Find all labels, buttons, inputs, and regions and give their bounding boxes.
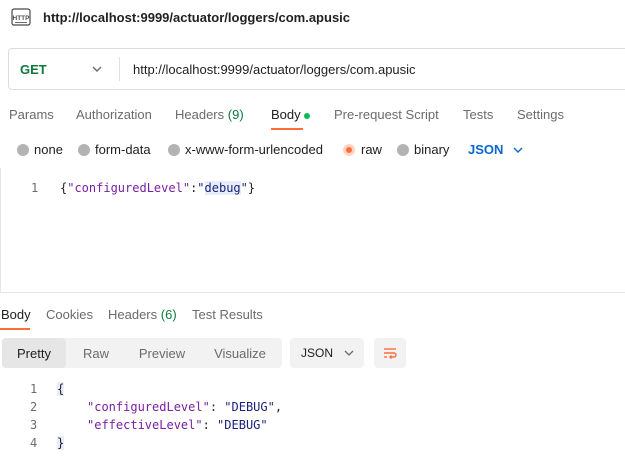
- tab-authorization[interactable]: Authorization: [76, 107, 152, 122]
- resp-tab-headers-count: (6): [160, 307, 177, 322]
- line-number: 1: [30, 382, 38, 396]
- code-line: }: [57, 436, 65, 450]
- tab-body[interactable]: Body: [271, 107, 301, 122]
- separator: :: [202, 418, 218, 432]
- radio-none-label[interactable]: none: [34, 142, 63, 157]
- view-raw-button[interactable]: Raw: [66, 338, 126, 368]
- trailing-comma: ,: [274, 400, 283, 414]
- tab-settings[interactable]: Settings: [517, 107, 564, 122]
- chevron-down-icon: [513, 147, 523, 153]
- tab-pre-request-script[interactable]: Pre-request Script: [334, 107, 439, 122]
- json-value: "DEBUG": [224, 400, 275, 414]
- line-number: 3: [30, 418, 38, 432]
- chevron-down-icon: [344, 350, 354, 356]
- code-line: {: [57, 382, 65, 396]
- active-tab-underline: [0, 328, 30, 330]
- json-key: "configuredLevel": [87, 400, 210, 414]
- json-value: "DEBUG": [217, 418, 268, 432]
- title-bar: HTTP http://localhost:9999/actuator/logg…: [0, 0, 625, 38]
- quote-open: ": [197, 181, 205, 195]
- separator: :: [209, 400, 225, 414]
- tab-tests[interactable]: Tests: [463, 107, 493, 122]
- tab-headers-count: (9): [227, 107, 244, 122]
- radio-urlencoded-label[interactable]: x-www-form-urlencoded: [185, 142, 323, 157]
- radio-form-data-label[interactable]: form-data: [95, 142, 151, 157]
- tab-params[interactable]: Params: [9, 107, 54, 122]
- radio-binary[interactable]: [397, 144, 409, 156]
- wrap-lines-icon: [384, 348, 397, 359]
- wrap-lines-button[interactable]: [374, 338, 406, 368]
- method-select[interactable]: GET: [9, 49, 119, 89]
- resp-tab-headers-label: Headers: [108, 307, 158, 322]
- tab-headers-label: Headers: [175, 107, 225, 122]
- radio-none[interactable]: [17, 144, 29, 156]
- radio-urlencoded[interactable]: [168, 144, 180, 156]
- svg-text:HTTP: HTTP: [13, 15, 31, 22]
- body-format-select[interactable]: JSON: [468, 142, 503, 157]
- radio-form-data[interactable]: [78, 144, 90, 156]
- view-preview-button[interactable]: Preview: [126, 338, 198, 368]
- radio-raw-label[interactable]: raw: [361, 142, 382, 157]
- radio-binary-label[interactable]: binary: [414, 142, 449, 157]
- line-number: 2: [30, 400, 38, 414]
- request-title[interactable]: http://localhost:9999/actuator/loggers/c…: [43, 10, 350, 25]
- response-body-viewer[interactable]: 1 { 2 "configuredLevel": "DEBUG", 3 "eff…: [0, 378, 625, 461]
- code-line: "configuredLevel": "DEBUG",: [87, 400, 282, 414]
- json-key: "configuredLevel": [67, 181, 191, 195]
- response-view-toolbar: Pretty Raw Preview Visualize JSON: [0, 338, 625, 370]
- request-body-editor[interactable]: 1 {"configuredLevel":"debug"}: [0, 168, 625, 293]
- line-number: 4: [30, 436, 38, 450]
- line-number: 1: [31, 181, 39, 195]
- url-input[interactable]: http://localhost:9999/actuator/loggers/c…: [133, 62, 416, 77]
- response-tabs: Body Cookies Headers (6) Test Results: [0, 300, 625, 330]
- chevron-down-icon: [92, 66, 102, 72]
- active-tab-underline: [271, 128, 303, 130]
- resp-tab-cookies[interactable]: Cookies: [46, 307, 93, 322]
- url-bar: GET http://localhost:9999/actuator/logge…: [8, 48, 625, 90]
- quote-close: ": [240, 181, 248, 195]
- view-visualize-button[interactable]: Visualize: [198, 338, 282, 368]
- body-type-options: none form-data x-www-form-urlencoded raw…: [0, 138, 625, 162]
- resp-tab-headers[interactable]: Headers (6): [108, 307, 177, 322]
- method-label: GET: [20, 62, 47, 77]
- request-tabs: Params Authorization Headers (9) Body Pr…: [0, 98, 625, 132]
- radio-raw[interactable]: [343, 144, 355, 156]
- json-key: "effectiveLevel": [87, 418, 203, 432]
- view-mode-group: Pretty Raw Preview Visualize: [2, 338, 282, 368]
- response-format-label: JSON: [301, 346, 334, 360]
- tab-headers[interactable]: Headers (9): [175, 107, 244, 122]
- http-request-icon: HTTP: [11, 8, 31, 26]
- resp-tab-body[interactable]: Body: [1, 307, 31, 322]
- divider: [119, 57, 120, 81]
- code-line: {"configuredLevel":"debug"}: [60, 181, 255, 195]
- body-indicator-dot: [304, 113, 310, 119]
- code-line: "effectiveLevel": "DEBUG": [87, 418, 268, 432]
- response-format-select[interactable]: JSON: [290, 338, 364, 368]
- view-pretty-button[interactable]: Pretty: [2, 338, 66, 368]
- resp-tab-test-results[interactable]: Test Results: [192, 307, 263, 322]
- brace-close: }: [247, 181, 256, 195]
- json-value: debug: [204, 181, 241, 195]
